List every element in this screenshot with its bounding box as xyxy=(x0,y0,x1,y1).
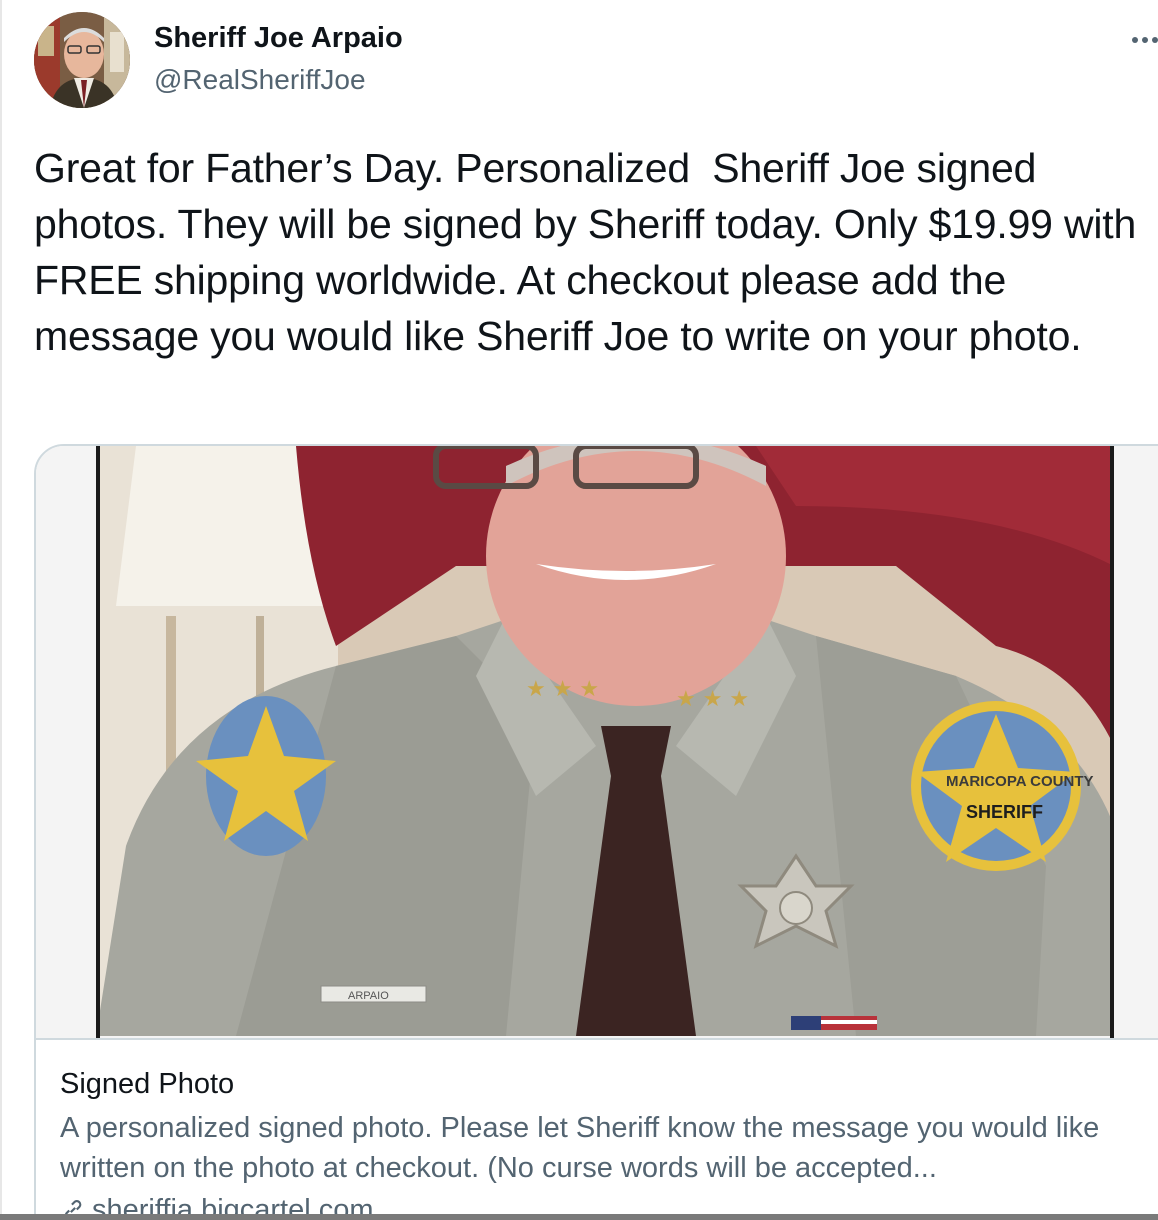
link-card[interactable]: ★ ★ ★ ★ ★ ★ MARICOPA COUNTY SHERIFF ARPA… xyxy=(34,444,1158,1220)
sheriff-photo-image: ★ ★ ★ ★ ★ ★ MARICOPA COUNTY SHERIFF ARPA… xyxy=(36,446,1158,1038)
nametag-text: ARPAIO xyxy=(348,990,389,1002)
card-image[interactable]: ★ ★ ★ ★ ★ ★ MARICOPA COUNTY SHERIFF ARPA… xyxy=(36,446,1158,1040)
author-handle[interactable]: @RealSheriffJoe xyxy=(154,64,366,96)
author-display-name[interactable]: Sheriff Joe Arpaio xyxy=(154,22,403,55)
svg-text:★ ★ ★: ★ ★ ★ xyxy=(526,677,599,702)
tweet-text: Great for Father’s Day. Personalized She… xyxy=(34,145,1148,359)
tweet: Sheriff Joe Arpaio @RealSheriffJoe Great… xyxy=(0,0,1158,1220)
card-title[interactable]: Signed Photo xyxy=(60,1068,234,1101)
card-description: A personalized signed photo. Please let … xyxy=(60,1112,1100,1184)
profile-photo-icon xyxy=(34,12,130,108)
patch-text-county: MARICOPA COUNTY xyxy=(946,773,1094,790)
svg-text:★ ★ ★: ★ ★ ★ xyxy=(676,687,749,712)
window-bottom-edge xyxy=(0,1214,1158,1220)
more-options-button[interactable] xyxy=(1128,26,1158,50)
ellipsis-icon xyxy=(1132,37,1158,43)
patch-text-sheriff: SHERIFF xyxy=(966,802,1043,822)
window-edge xyxy=(0,0,2,1220)
author-avatar[interactable] xyxy=(34,12,130,108)
